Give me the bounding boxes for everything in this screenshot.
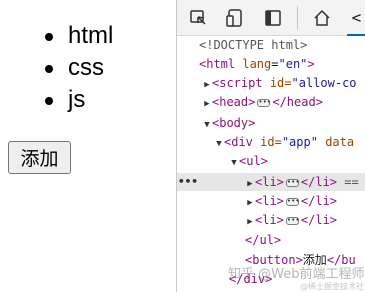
button-close-tag: </bu: [326, 253, 356, 267]
tree-row-div-app[interactable]: ▼ <div id="app" data: [177, 133, 365, 151]
button-tag: <button>: [245, 253, 303, 267]
tree-row-doctype[interactable]: <!DOCTYPE html>: [177, 36, 365, 54]
home-icon[interactable]: [309, 5, 335, 31]
expand-arrow-icon[interactable]: ▶: [245, 213, 255, 231]
div-id-attr: id=: [260, 135, 282, 149]
collapse-arrow-icon[interactable]: ▼: [214, 135, 224, 153]
button-text: 添加: [302, 253, 327, 267]
rendered-page: html css js 添加: [0, 0, 176, 292]
add-button[interactable]: 添加: [8, 141, 71, 174]
list-item: css: [0, 52, 113, 84]
devtools-toolbar: <: [177, 0, 365, 36]
tree-row-ul[interactable]: ▼ <ul>: [177, 152, 365, 170]
devtools-panel: < <!DOCTYPE html> <html lang="en"> ▶ <scr…: [176, 0, 365, 292]
head-close-tag: </head>: [272, 95, 323, 109]
elements-tab-icon[interactable]: <: [347, 0, 365, 36]
tree-row-div-close[interactable]: </div>: [177, 270, 365, 288]
head-tag: <head>: [212, 95, 256, 109]
body-tag: <body>: [212, 116, 256, 130]
div-id-value: "app": [281, 135, 318, 149]
ellipsis-icon[interactable]: •••: [285, 197, 300, 206]
html-lang-value: "en": [278, 57, 308, 71]
tree-row-head[interactable]: ▶ <head> •••</head>: [177, 93, 365, 111]
ellipsis-icon[interactable]: •••: [285, 216, 300, 225]
li-close-tag: </li>: [300, 213, 338, 227]
html-lang-attr: lang: [242, 57, 272, 71]
list-item: html: [0, 20, 113, 52]
li-close-tag: </li>: [300, 175, 338, 189]
li-tag: <li>: [255, 175, 284, 189]
script-id-value: "allow-co: [291, 76, 357, 90]
li-tag: <li>: [255, 213, 284, 227]
dock-side-icon[interactable]: [260, 5, 286, 31]
expand-arrow-icon[interactable]: ▶: [202, 95, 212, 113]
doctype-text: <!DOCTYPE html>: [199, 38, 308, 52]
li-close-tag: </li>: [300, 194, 338, 208]
collapse-arrow-icon[interactable]: ▼: [202, 116, 212, 134]
tree-row-ul-close[interactable]: </ul>: [177, 231, 365, 249]
html-tag: <html: [199, 57, 236, 71]
dom-tree: <!DOCTYPE html> <html lang="en"> ▶ <scrip…: [177, 36, 365, 292]
script-tag: <script: [212, 76, 263, 90]
expand-arrow-icon[interactable]: ▶: [202, 76, 212, 94]
tree-row-li[interactable]: ▶ <li> •••</li>: [177, 192, 365, 210]
ul-tag: <ul>: [239, 154, 268, 168]
frameworks-list: html css js: [0, 20, 113, 116]
more-options-icon[interactable]: •••: [178, 173, 198, 191]
selected-node-marker: == $0: [344, 175, 365, 189]
ul-close-tag: </ul>: [245, 233, 282, 247]
html-tag-close-bracket: >: [307, 57, 315, 71]
toolbar-divider: [297, 6, 298, 30]
tree-row-html[interactable]: <html lang="en">: [177, 55, 365, 73]
inspect-icon[interactable]: [185, 5, 211, 31]
list-item: js: [0, 84, 113, 116]
tree-row-li[interactable]: ▶ <li> •••</li>: [177, 211, 365, 229]
tree-row-body[interactable]: ▼ <body>: [177, 114, 365, 132]
ellipsis-icon[interactable]: •••: [257, 98, 271, 107]
tree-row-li-selected[interactable]: ••• ▶<li>•••</li> == $0: [177, 173, 365, 191]
div-close-tag: </div>: [229, 272, 273, 286]
li-tag: <li>: [255, 194, 284, 208]
collapse-arrow-icon[interactable]: ▼: [229, 154, 239, 172]
tree-row-script[interactable]: ▶ <script id="allow-co: [177, 74, 365, 92]
script-id-attr: id=: [269, 76, 292, 90]
expand-arrow-icon[interactable]: ▶: [245, 194, 255, 212]
device-toolbar-icon[interactable]: [222, 5, 248, 31]
div-tag: <div: [224, 135, 253, 149]
elements-tab-glyph: <: [351, 7, 362, 27]
div-data-attr: data: [325, 135, 355, 149]
expand-arrow-icon[interactable]: ▶: [245, 175, 255, 193]
tree-row-button[interactable]: <button>添加</bu: [177, 251, 365, 269]
ellipsis-icon[interactable]: •••: [285, 178, 300, 187]
